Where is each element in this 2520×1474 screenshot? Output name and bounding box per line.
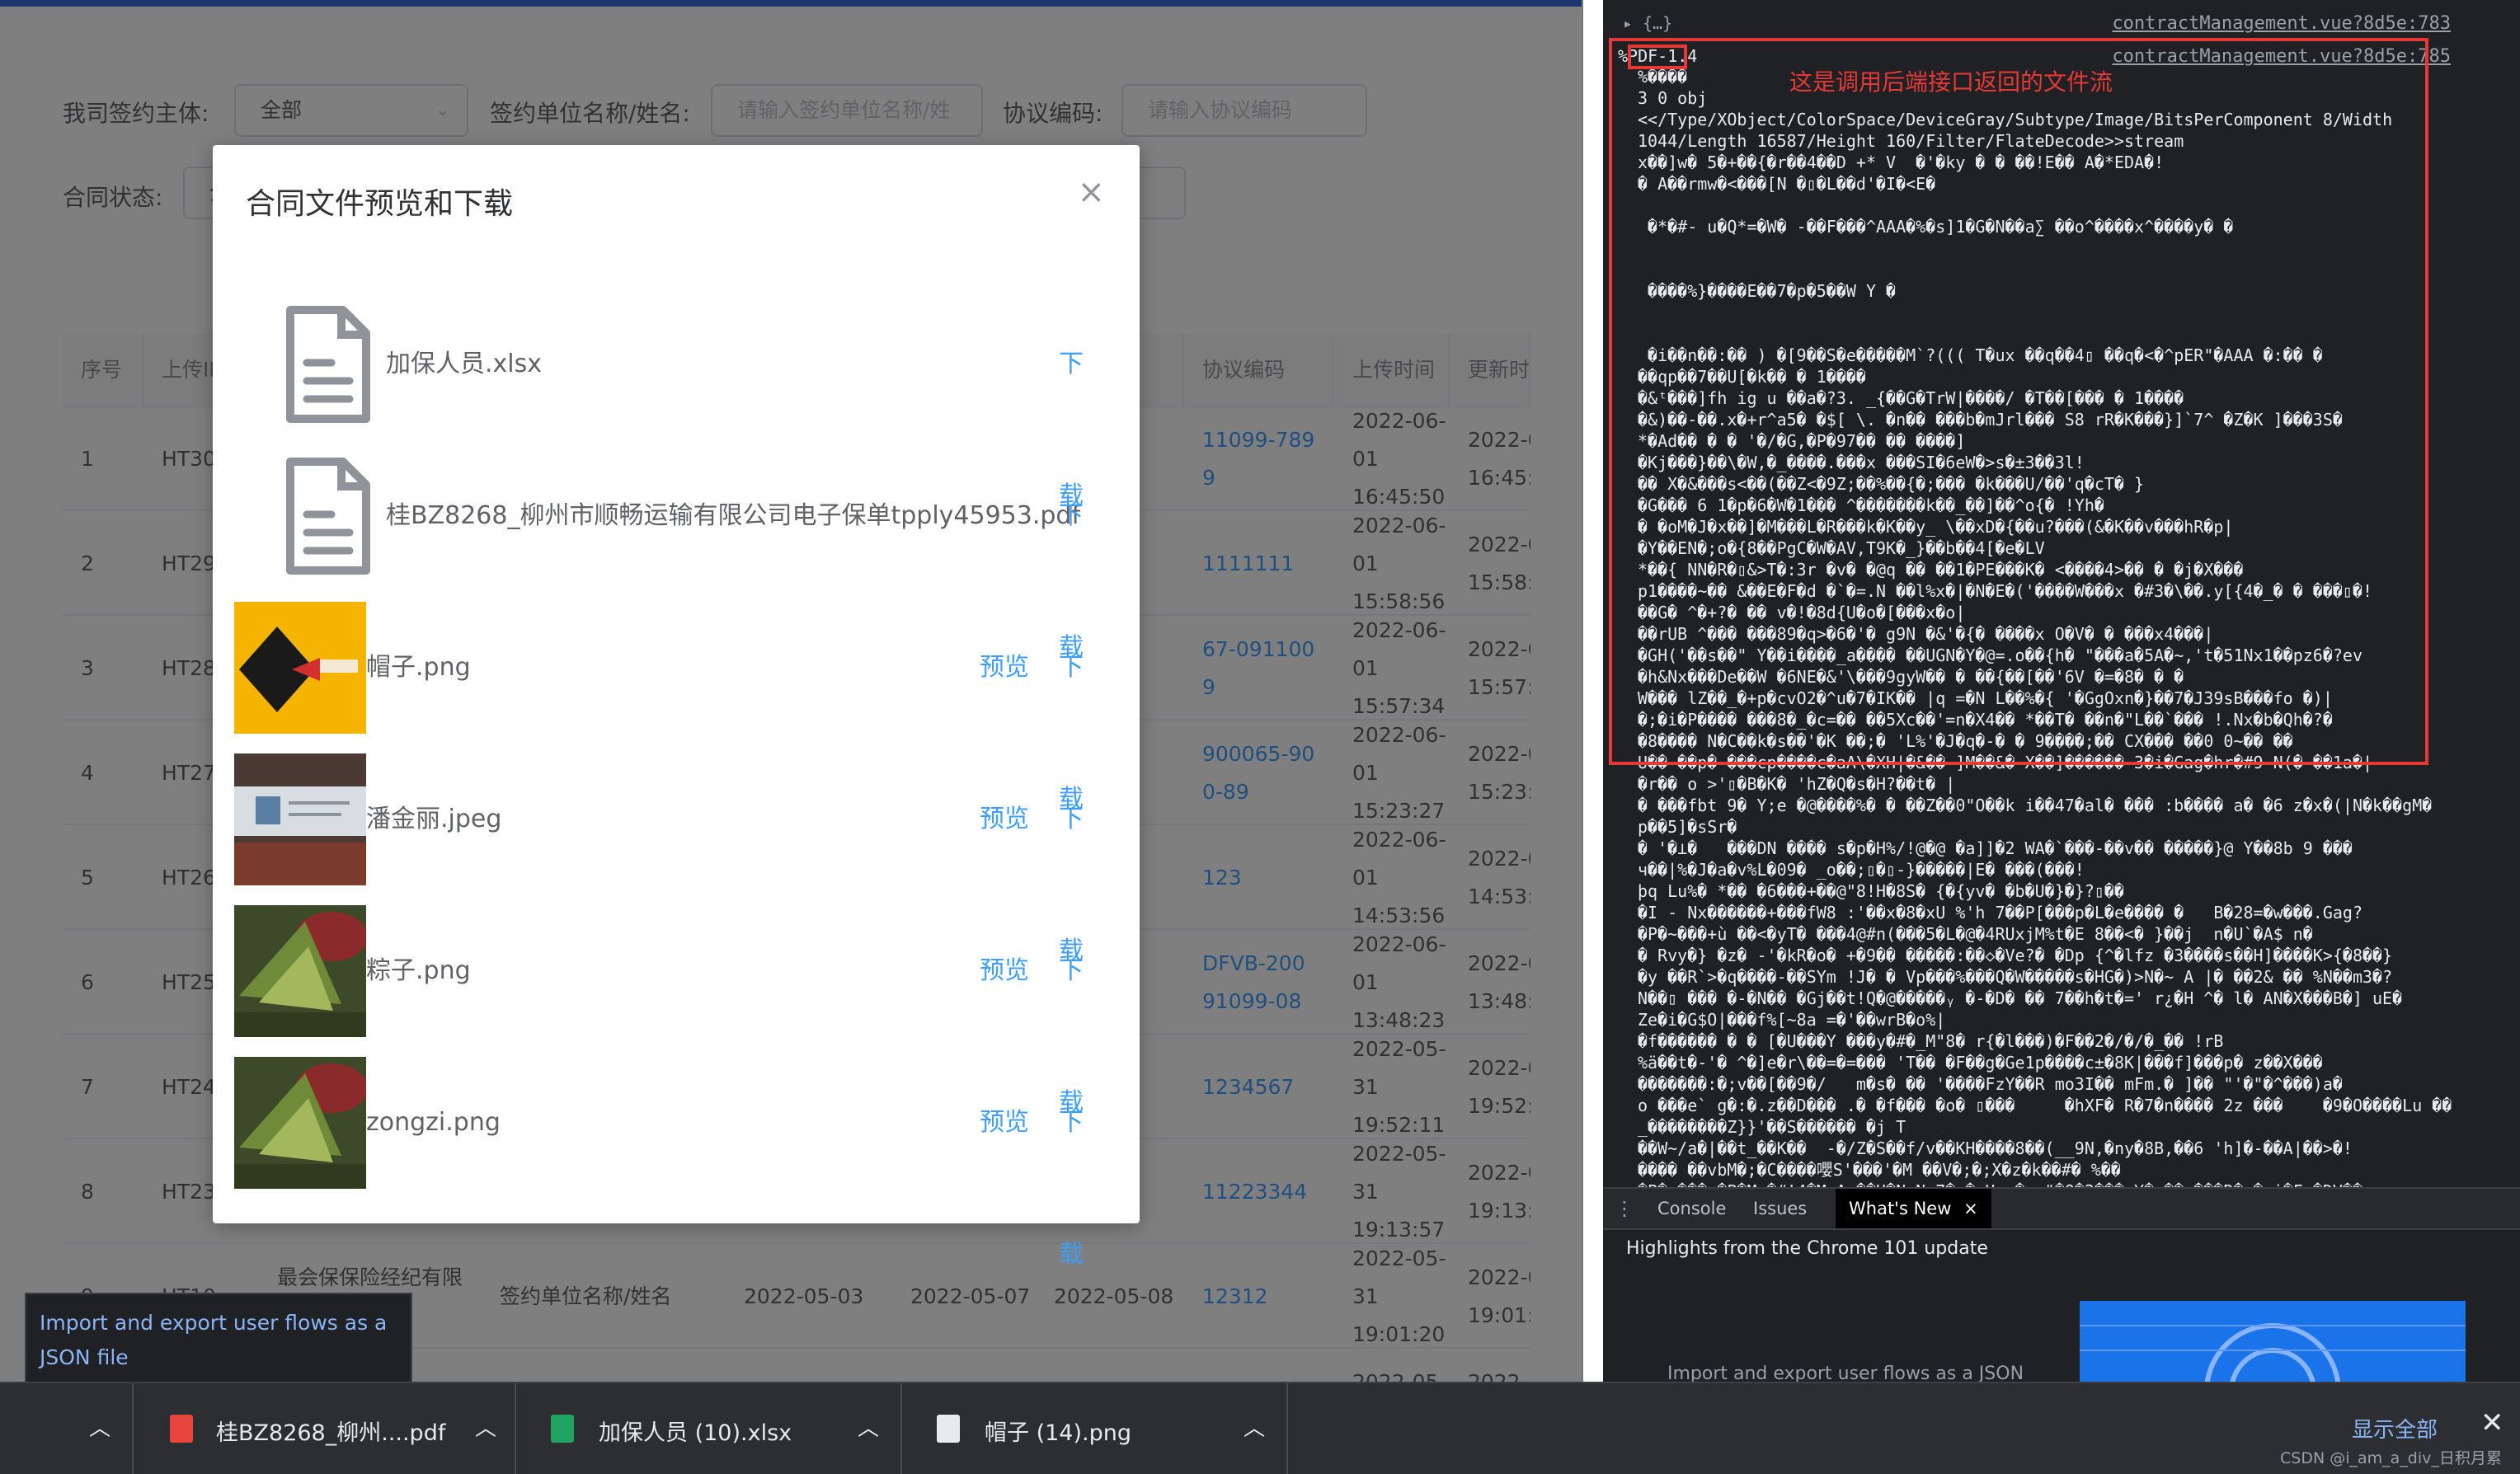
file-name: 桂BZ8268_柳州市顺畅运输有限公司电子保单tpply45953.pdf <box>386 501 1081 530</box>
stream-line: N��▯ ��� �-�N�� �Gj��t!Q�@�����ᵧ �-�D� �… <box>1638 988 2403 1008</box>
chevron-up-icon[interactable]: ︿ <box>475 1411 496 1442</box>
preview-button[interactable]: 预览 <box>980 905 1029 1037</box>
download-item-name: 帽子 (14).png <box>985 1420 1131 1446</box>
stream-line: %ä��t�-'� ^�]e�r\��=�=��� 'T�� �F��g�Ge1… <box>1638 1053 2323 1073</box>
image-file-icon <box>937 1415 960 1443</box>
download-button[interactable]: 下载 <box>1059 602 1107 814</box>
tab-close-icon[interactable]: × <box>1963 1199 1978 1218</box>
tab-whats-new[interactable]: What's New × <box>1836 1189 1991 1228</box>
file-name: 潘金丽.jpeg <box>366 805 502 833</box>
image-thumbnail <box>234 753 366 885</box>
stream-line: ��W~/a�|��t_��K�� -�/Z�S��f/v��KH����8��… <box>1638 1138 2353 1158</box>
tab-console[interactable]: Console <box>1657 1189 1726 1228</box>
collapsed-object[interactable]: ▸ {…} <box>1623 13 1672 33</box>
document-icon <box>261 298 393 430</box>
chevron-up-icon[interactable]: ︿ <box>858 1411 879 1442</box>
contract-management-page: 我司签约主体: 全部 ⌄ 签约单位名称/姓名: 请输入签约单位名称/姓名 协议编… <box>0 0 1583 1382</box>
preview-button[interactable]: 预览 <box>980 1057 1029 1189</box>
stream-line: ���� ��vbM�;�C����嚶S'���'�M ��V�;�;X�z�k… <box>1638 1160 2121 1180</box>
download-item-name: 桂BZ8268_柳州....pdf <box>216 1420 446 1446</box>
preview-button[interactable]: 预览 <box>980 602 1029 734</box>
file-name: 粽子.png <box>366 956 471 985</box>
stream-line: � ���fbt 9� Y;e �@����%� � ��Z��0"O��k i… <box>1638 796 2433 815</box>
dialog-close-icon[interactable]: × <box>1077 173 1105 211</box>
chevron-up-icon[interactable]: ︿ <box>89 1411 110 1442</box>
show-all-downloads-button[interactable]: 显示全部 <box>2352 1413 2438 1443</box>
file-item: 帽子.png 预览 下载 <box>234 602 1107 814</box>
download-item-0[interactable]: 桂BZ8268_柳州....pdf ︿ <box>132 1383 516 1474</box>
tab-issues[interactable]: Issues <box>1753 1189 1807 1228</box>
file-item: 桂BZ8268_柳州市顺畅运输有限公司电子保单tpply45953.pdf 下载 <box>246 450 1107 662</box>
file-name: 加保人员.xlsx <box>386 350 543 378</box>
image-thumbnail <box>234 1057 366 1189</box>
download-item-1[interactable]: 加保人员 (10).xlsx ︿ <box>516 1383 902 1474</box>
download-item-2[interactable]: 帽子 (14).png ︿ <box>902 1383 1288 1474</box>
file-name: zongzi.png <box>366 1108 501 1137</box>
file-name: 帽子.png <box>366 653 471 682</box>
whats-new-illustration <box>2080 1301 2466 1383</box>
download-button[interactable]: 下载 <box>1059 1057 1107 1269</box>
stream-line: p��5]�sSr� <box>1638 817 1737 837</box>
preview-button[interactable]: 预览 <box>980 753 1029 885</box>
highlight-box <box>1609 38 2428 765</box>
download-button[interactable]: 下载 <box>1059 298 1107 510</box>
whats-new-heading: Highlights from the Chrome 101 update <box>1626 1238 1988 1259</box>
dialog-title: 合同文件预览和下载 <box>246 187 514 221</box>
stream-line: o ���e` g�:�.z��D��� .� �f��� �o� ▯��� �… <box>1638 1096 2452 1115</box>
stream-line: þq Lu%� *�� �6���+��@"8!H�8S� {�{yv� �b�… <box>1638 881 2125 901</box>
stream-line: �P� ��� �P�M �#!4�M-A ��H�N N 7�s� Hs � … <box>1638 1181 2471 1187</box>
stream-line: ч��|%�J�a�v%L�09� _o��;▯�▯-}�����|E� ���… <box>1638 860 2085 880</box>
download-button[interactable]: 下载 <box>1059 905 1107 1117</box>
stream-line: �������:�;v��[��9�/ m�s� �� '����FzY��R … <box>1638 1074 2343 1094</box>
stream-line: � '�⊥� ���DN ���� s�p�H%/!@�@ �a]]�2 WA�… <box>1638 838 2353 858</box>
image-thumbnail <box>234 905 366 1037</box>
csdn-watermark: CSDN @i_am_a_div_日积月累 <box>2280 1449 2502 1467</box>
stream-line: Ze�i�G$O|���f%[~8a =�'��wrB�o%| <box>1638 1010 1946 1030</box>
stream-line: �r�� o >'▯�B�K� 'hZ�Q�s�H?��t� | <box>1638 774 1956 794</box>
whats-new-card[interactable]: Import and export user flows as a JSON f… <box>25 1293 412 1383</box>
chevron-up-icon[interactable]: ︿ <box>1244 1411 1265 1442</box>
file-item: zongzi.png 预览 下载 <box>234 1057 1107 1269</box>
tab-whats-new-label: What's New <box>1849 1199 1952 1218</box>
file-item: 加保人员.xlsx 下载 <box>246 298 1107 510</box>
spreadsheet-file-icon <box>551 1415 574 1443</box>
image-thumbnail <box>234 602 366 734</box>
close-download-bar-icon[interactable]: ✕ <box>2480 1406 2504 1439</box>
stream-line: �I - Nx������+���fW8 :'��x�8�xU %'h 7��P… <box>1638 903 2362 922</box>
annotation-text: 这是调用后端接口返回的文件流 <box>1789 68 2113 96</box>
more-vert-icon[interactable]: ⋮ <box>1615 1189 1634 1228</box>
drawer-tabs: ⋮ Console Issues What's New × <box>1603 1189 2520 1230</box>
file-preview-dialog: 合同文件预览和下载 × 加保人员.xlsx 下载 桂BZ8268_柳州市顺畅运输有限… <box>213 145 1140 1269</box>
stream-line: �P�~���+ù ��<�yT� ���4@#n(���5�L�@�4RUxj… <box>1638 924 2313 944</box>
document-icon <box>261 450 393 582</box>
stream-line: � Rvy�} �z� -'�kR�o� +�9�� �����:��◇�Ve?… <box>1638 946 2393 965</box>
whats-new-illustration-art <box>2080 1301 2466 1383</box>
stream-line: �f������ � � [�U���Y ���y�#�_M"8� r{�l��… <box>1638 1031 2224 1051</box>
stream-line: _��������Z}}'��S������ �j T <box>1638 1117 1906 1137</box>
whats-new-card-title[interactable]: Import and export user flows as a JSON f… <box>40 1306 402 1375</box>
pdf-header-highlight <box>1628 45 1687 69</box>
download-button[interactable]: 下载 <box>1059 450 1107 662</box>
download-button[interactable]: 下载 <box>1059 753 1107 965</box>
file-item: 粽子.png 预览 下载 <box>234 905 1107 1117</box>
download-item-name: 加保人员 (10).xlsx <box>599 1420 792 1446</box>
file-item: 潘金丽.jpeg 预览 下载 <box>234 753 1107 965</box>
pdf-file-icon <box>170 1415 193 1443</box>
stream-line: �y ��R`>�q����-��SYm !J� � Vp���%���Q�W�… <box>1638 967 2393 987</box>
source-link-783[interactable]: contractManagement.vue?8d5e:783 <box>2112 13 2451 34</box>
download-bar: ︿ 桂BZ8268_柳州....pdf ︿ 加保人员 (10).xlsx ︿ 帽… <box>0 1382 2520 1474</box>
